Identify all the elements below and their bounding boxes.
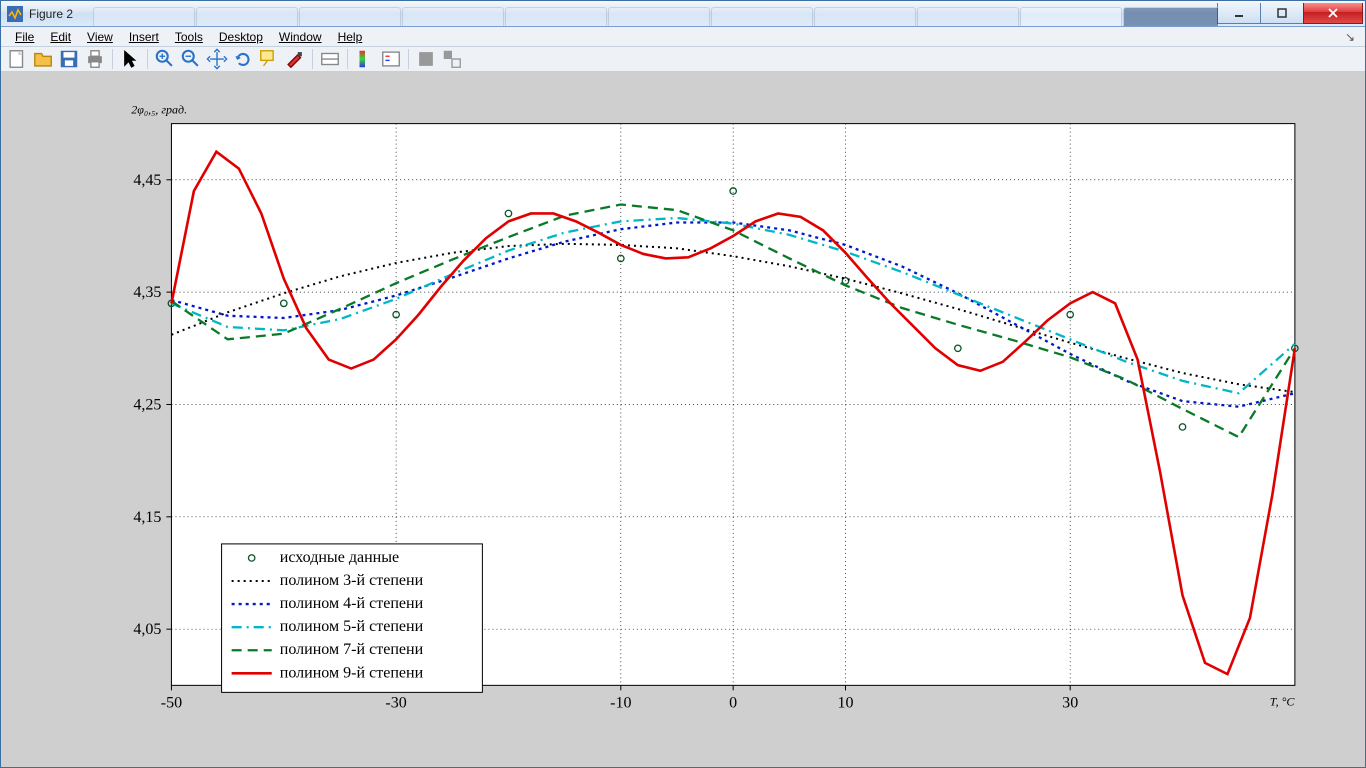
svg-text:10: 10: [837, 694, 853, 711]
background-tab-strip: [93, 2, 1218, 26]
plot-canvas: -50 -30 -10 0 10 30 4,05 4,15 4,25 4,35 4,45 исходн…: [1, 72, 1365, 767]
menu-window[interactable]: Window: [271, 28, 330, 46]
pointer-button[interactable]: [118, 47, 142, 71]
svg-text:30: 30: [1062, 694, 1078, 711]
svg-text:-30: -30: [385, 694, 406, 711]
y-axis-label: 2φ₀,₅, град.: [131, 103, 187, 117]
toolbar: [1, 47, 1365, 72]
x-axis-label: T, °C: [1270, 694, 1296, 708]
legend-button[interactable]: [379, 47, 403, 71]
svg-text:4,05: 4,05: [133, 621, 161, 638]
svg-text:4,25: 4,25: [133, 396, 161, 413]
window-title: Figure 2: [29, 7, 73, 21]
chart[interactable]: -50 -30 -10 0 10 30 4,05 4,15 4,25 4,35 4,45 исходн…: [31, 82, 1335, 757]
app-icon: [7, 6, 23, 22]
link-data-button[interactable]: [318, 47, 342, 71]
maximize-button[interactable]: [1260, 3, 1304, 24]
zoom-in-button[interactable]: [153, 47, 177, 71]
rotate-button[interactable]: [231, 47, 255, 71]
data-cursor-button[interactable]: [257, 47, 281, 71]
minimize-button[interactable]: [1217, 3, 1261, 24]
print-button[interactable]: [83, 47, 107, 71]
svg-text:0: 0: [729, 694, 737, 711]
menu-bar: File Edit View Insert Tools Desktop Wind…: [1, 27, 1365, 47]
menu-file[interactable]: File: [7, 28, 42, 46]
svg-text:4,45: 4,45: [133, 172, 161, 189]
svg-text:-50: -50: [161, 694, 182, 711]
menu-help[interactable]: Help: [330, 28, 371, 46]
save-button[interactable]: [57, 47, 81, 71]
new-figure-button[interactable]: [5, 47, 29, 71]
zoom-out-button[interactable]: [179, 47, 203, 71]
menu-desktop[interactable]: Desktop: [211, 28, 271, 46]
close-button[interactable]: [1303, 3, 1363, 24]
window-buttons: [1218, 3, 1363, 25]
dock-corner-icon[interactable]: ↘: [1345, 30, 1359, 44]
svg-text:полином 5-й степени: полином 5-й степени: [280, 618, 424, 635]
hide-tools-button[interactable]: [414, 47, 438, 71]
svg-text:4,35: 4,35: [133, 284, 161, 301]
menu-insert[interactable]: Insert: [121, 28, 167, 46]
menu-view[interactable]: View: [79, 28, 121, 46]
colorbar-button[interactable]: [353, 47, 377, 71]
menu-tools[interactable]: Tools: [167, 28, 211, 46]
svg-text:полином 4-й степени: полином 4-й степени: [280, 595, 424, 612]
svg-text:4,15: 4,15: [133, 509, 161, 526]
svg-text:полином 3-й степени: полином 3-й степени: [280, 572, 424, 589]
pan-button[interactable]: [205, 47, 229, 71]
menu-edit[interactable]: Edit: [42, 28, 79, 46]
svg-text:полином 7-й степени: полином 7-й степени: [280, 641, 424, 658]
svg-text:исходные данные: исходные данные: [280, 549, 399, 566]
brush-button[interactable]: [283, 47, 307, 71]
svg-text:полином 9-й степени: полином 9-й степени: [280, 664, 424, 681]
figure-window: Figure 2 File Edit View Insert Tools Des…: [0, 0, 1366, 768]
open-button[interactable]: [31, 47, 55, 71]
title-bar[interactable]: Figure 2: [1, 1, 1365, 27]
show-tools-button[interactable]: [440, 47, 464, 71]
svg-text:-10: -10: [610, 694, 631, 711]
